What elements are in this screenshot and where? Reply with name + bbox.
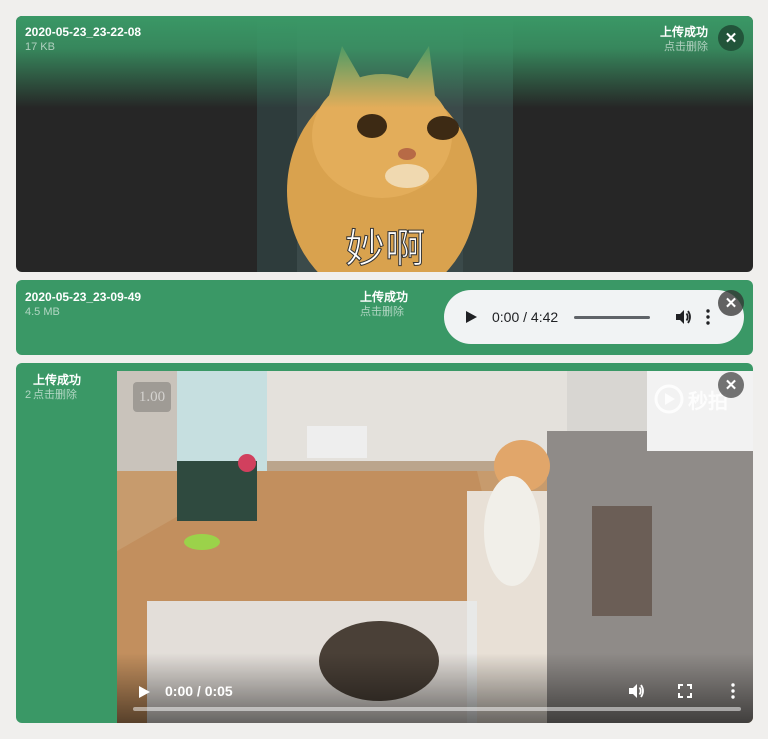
delete-link[interactable]: 点击删除 xyxy=(360,305,408,320)
video-progress[interactable] xyxy=(133,707,741,711)
image-caption: 妙啊 xyxy=(345,226,425,272)
upload-card-audio: 2020-05-23_23-09-49 4.5 MB 上传成功 点击删除 0:0… xyxy=(16,280,753,355)
upload-status: 上传成功 点击删除 xyxy=(660,25,708,55)
watermark: 秒拍 xyxy=(654,384,728,414)
more-icon[interactable] xyxy=(731,683,735,699)
more-icon[interactable] xyxy=(706,309,710,325)
close-button[interactable]: ✕ xyxy=(718,372,744,398)
status-text: 上传成功 xyxy=(33,373,82,387)
close-button[interactable]: ✕ xyxy=(718,25,744,51)
audio-progress[interactable] xyxy=(574,315,651,319)
file-size: 17 KB xyxy=(25,41,55,53)
file-size: 4.5 MB xyxy=(25,306,60,318)
file-name: 2020-05-23_23-09-49 xyxy=(25,290,142,304)
volume-icon[interactable] xyxy=(627,682,645,700)
file-info: 2020-05-23_23-22-08 17 KB xyxy=(25,25,141,55)
audio-time: 0:00 / 4:42 xyxy=(492,309,559,325)
delete-link[interactable]: 2 点击删除 xyxy=(25,388,81,403)
file-size: 2 xyxy=(25,389,32,401)
watermark-icon xyxy=(654,384,684,414)
file-name: 2020-05-23_23-22-08 xyxy=(25,25,142,39)
video-time: 0:00 / 0:05 xyxy=(165,683,233,699)
speed-badge: 1.00 xyxy=(133,382,171,412)
upload-card-image: 2020-05-23_23-22-08 17 KB 上传成功 点击删除 ✕ 妙啊 xyxy=(16,16,753,272)
audio-player[interactable]: 0:00 / 4:42 xyxy=(444,290,744,344)
play-icon[interactable] xyxy=(137,685,151,699)
fullscreen-icon[interactable] xyxy=(678,684,692,698)
video-player[interactable]: 1.00 秒拍 0:00 / 0:05 xyxy=(117,371,753,723)
file-info: 2020-05-23_23-09-49 4.5 MB xyxy=(25,290,141,320)
delete-link[interactable]: 点击删除 xyxy=(660,40,708,55)
close-icon: ✕ xyxy=(724,30,738,47)
close-icon: ✕ xyxy=(724,295,738,312)
upload-status: 上传成功 2 点击删除 xyxy=(25,373,81,403)
status-text: 上传成功 xyxy=(360,290,409,304)
close-button[interactable]: ✕ xyxy=(718,290,744,316)
upload-card-video: 上传成功 2 点击删除 1.00 秒拍 0:00 / 0:05 ✕ xyxy=(16,363,753,723)
play-icon[interactable] xyxy=(464,310,478,324)
upload-status: 上传成功 点击删除 xyxy=(360,290,408,320)
close-icon: ✕ xyxy=(724,377,738,394)
status-text: 上传成功 xyxy=(659,25,708,39)
volume-icon[interactable] xyxy=(674,308,692,326)
